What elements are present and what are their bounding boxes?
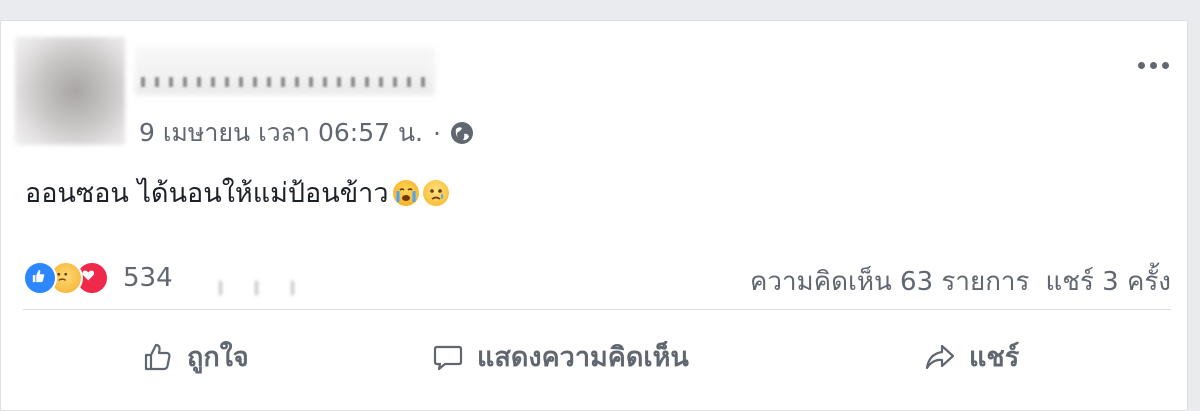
reaction-summary[interactable]: 534 xyxy=(23,261,173,295)
like-label: ถูกใจ xyxy=(187,342,249,373)
author-name-redacted[interactable] xyxy=(135,47,435,95)
post-message: ออนซอน ได้นอนให้แม่ป้อนข้าว xyxy=(25,171,449,214)
shares-count-link[interactable]: แชร์ 3 ครั้ง xyxy=(1046,267,1172,297)
share-button[interactable]: แชร์ xyxy=(923,335,1019,378)
action-bar: ถูกใจ แสดงความคิดเห็น แชร์ xyxy=(1,335,1187,385)
share-arrow-icon xyxy=(925,344,955,369)
globe-icon[interactable] xyxy=(449,120,475,146)
comment-bubble-icon xyxy=(433,345,463,370)
reactor-names-redacted xyxy=(219,281,309,295)
avatar[interactable] xyxy=(15,37,125,145)
comments-count-link[interactable]: ความคิดเห็น 63 รายการ xyxy=(750,267,1030,297)
like-reaction-icon xyxy=(23,261,57,295)
more-options-icon[interactable] xyxy=(1138,57,1178,73)
post-card: 9 เมษายน เวลา 06:57 น. · ออนซอน ได้นอนให… xyxy=(0,20,1188,411)
divider xyxy=(23,309,1171,310)
post-timestamp[interactable]: 9 เมษายน เวลา 06:57 น. xyxy=(139,113,423,153)
post-timestamp-row: 9 เมษายน เวลา 06:57 น. · xyxy=(139,113,475,153)
like-button[interactable]: ถูกใจ xyxy=(141,335,249,378)
comment-button[interactable]: แสดงความคิดเห็น xyxy=(431,335,689,378)
author-name-redacted-text xyxy=(141,77,431,87)
timestamp-separator: · xyxy=(433,118,441,148)
engagement-stats: ความคิดเห็น 63 รายการ แชร์ 3 ครั้ง xyxy=(750,261,1171,302)
thumbs-up-icon xyxy=(144,343,171,370)
crying-face-emoji xyxy=(392,179,419,206)
sad-face-emoji xyxy=(422,179,449,206)
comment-label: แสดงความคิดเห็น xyxy=(477,342,689,373)
share-label: แชร์ xyxy=(969,342,1020,373)
post-message-text: ออนซอน ได้นอนให้แม่ป้อนข้าว xyxy=(25,178,389,209)
reaction-count: 534 xyxy=(123,263,173,293)
